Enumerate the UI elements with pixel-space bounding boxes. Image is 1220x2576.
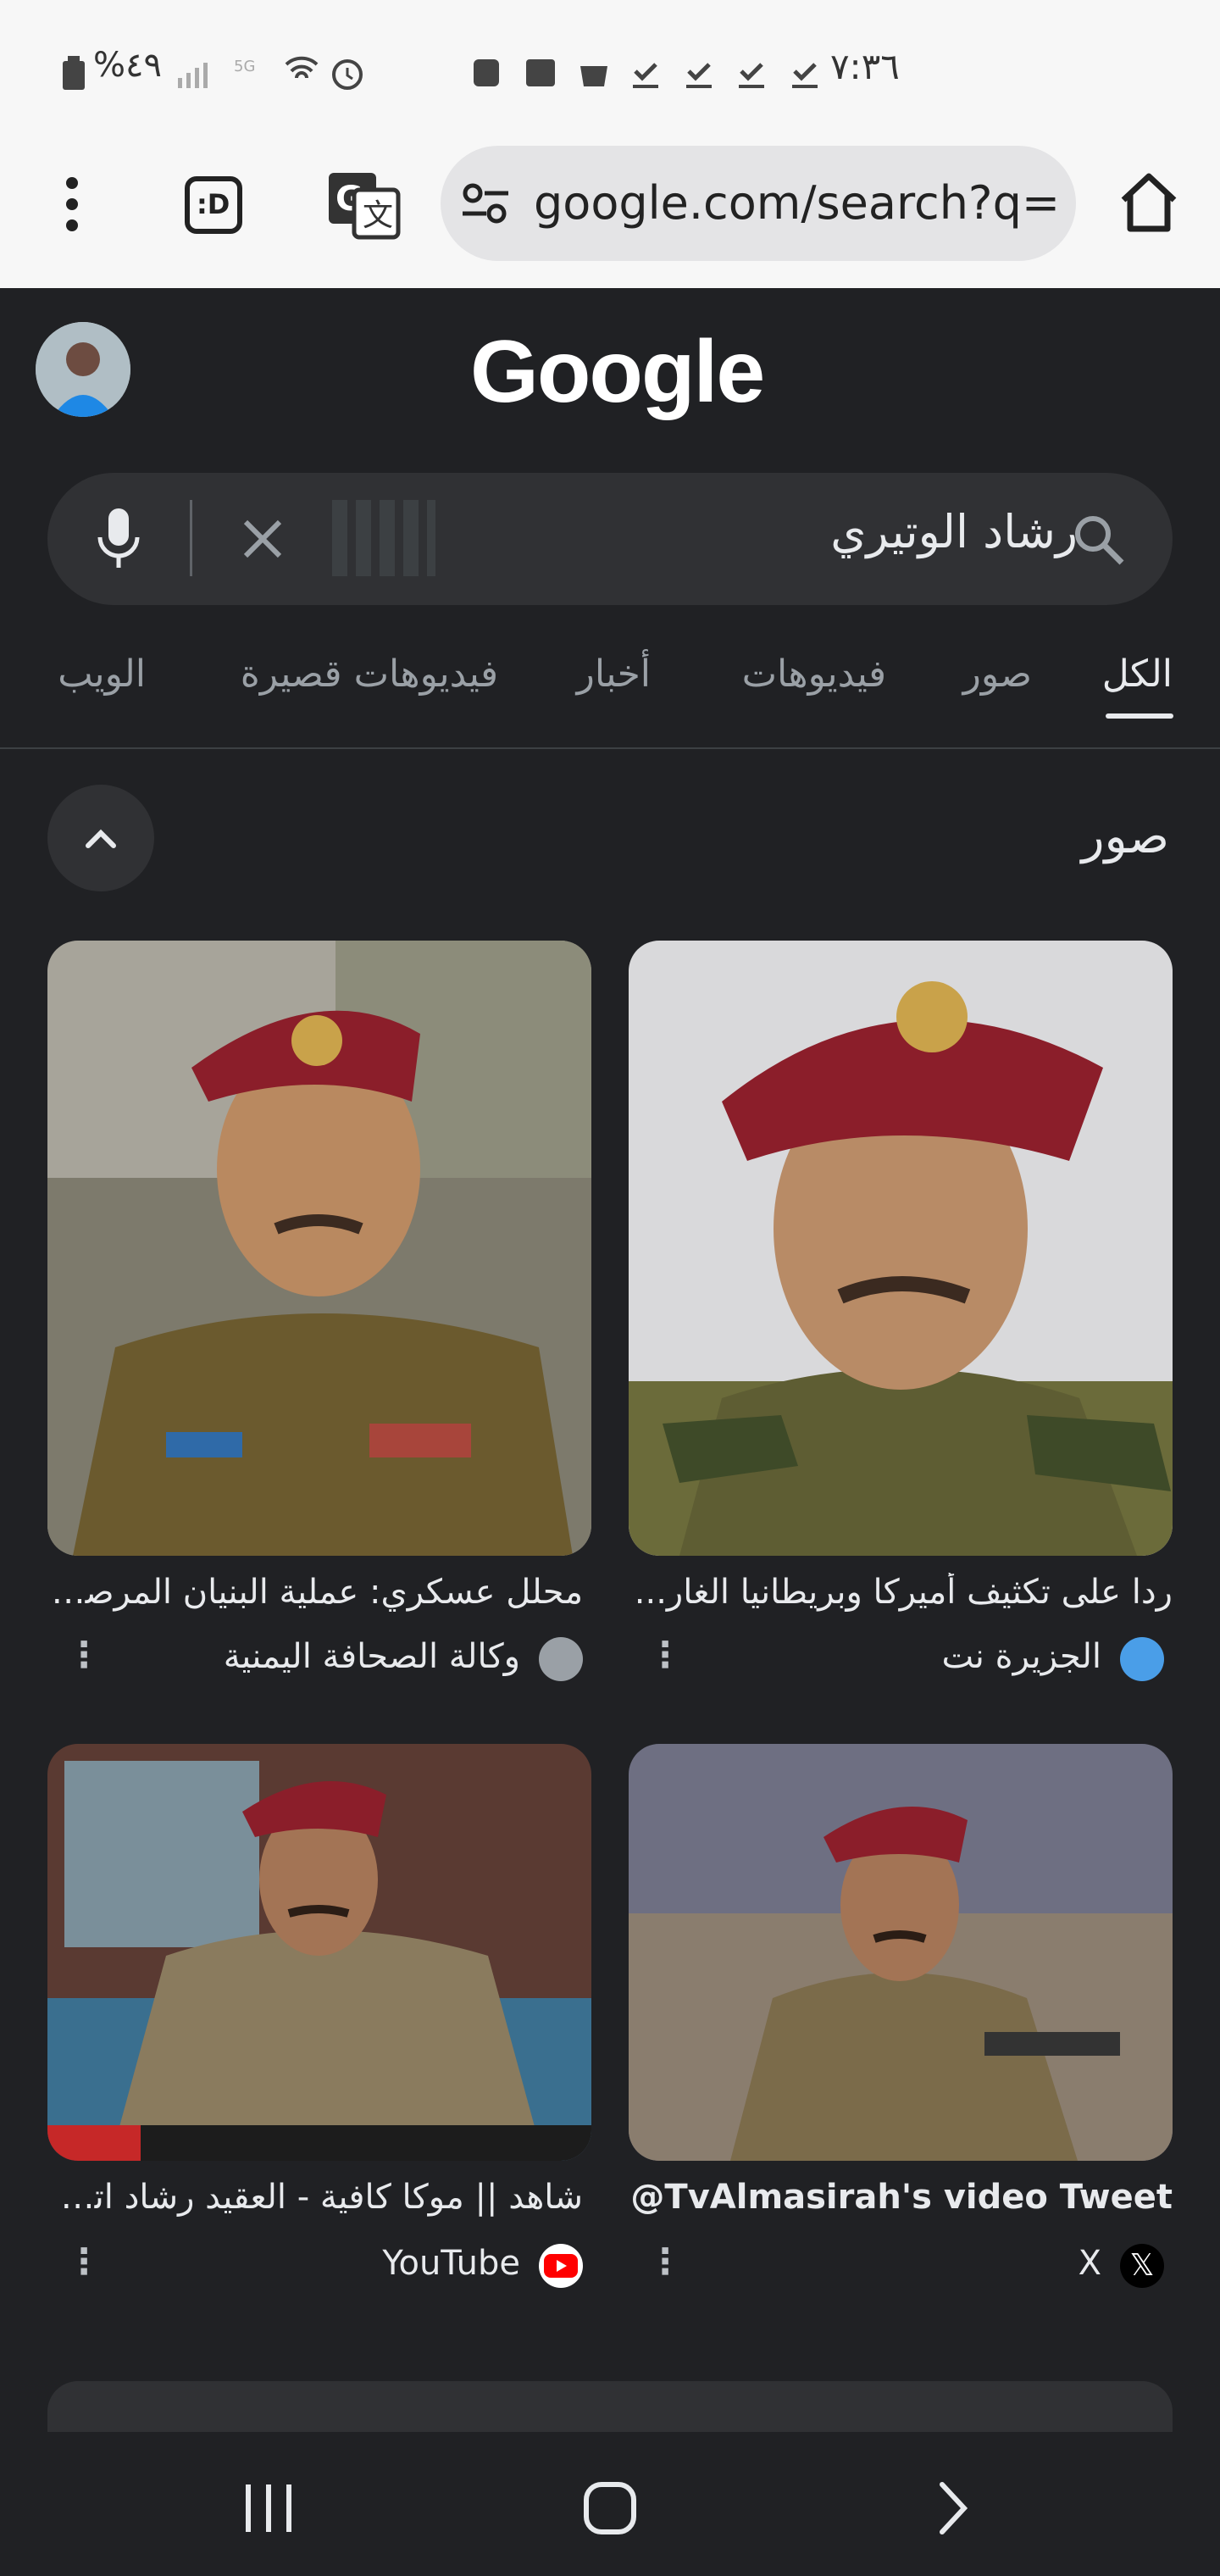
image-result-3-caption[interactable]: TvAlmasirah's video Tweet@	[630, 2178, 1173, 2217]
translate-icon[interactable]: G 文	[325, 169, 402, 241]
x-logo-icon: 𝕏	[1120, 2244, 1164, 2288]
tab-images[interactable]: صور	[963, 652, 1032, 696]
yemen-press-logo-icon	[539, 1637, 583, 1681]
more-options-icon[interactable]: ⋮	[647, 2240, 683, 2282]
aljazeera-logo-icon	[1120, 1637, 1164, 1681]
search-divider	[190, 500, 192, 576]
image-result-2[interactable]	[47, 941, 591, 1556]
svg-text:文: 文	[363, 198, 393, 233]
back-chevron-icon[interactable]	[932, 2479, 974, 2537]
avatar[interactable]	[36, 322, 130, 417]
more-options-icon[interactable]: ⋮	[66, 1634, 102, 1675]
mic-icon[interactable]	[93, 505, 144, 573]
tab-active-indicator	[1106, 713, 1173, 719]
images-section-title: صور	[1081, 809, 1169, 864]
image-result-4[interactable]	[47, 1744, 591, 2161]
url-text[interactable]: google.com/search?q=رشاد	[534, 176, 1059, 230]
tabs-divider	[0, 747, 1220, 749]
image-result-1[interactable]	[629, 941, 1173, 1556]
image-result-1-caption[interactable]: ردا على تكثيف أميركا وبريطانيا الغار...	[630, 1573, 1173, 1612]
tab-web[interactable]: الويب	[58, 652, 146, 696]
notification-icons	[474, 59, 818, 88]
status-bar: ٧:٣٦ 5G %٤٩	[0, 0, 1220, 144]
image-result-3[interactable]	[629, 1744, 1173, 2161]
more-options-icon[interactable]: ⋮	[647, 1634, 683, 1675]
search-icon[interactable]	[1071, 512, 1127, 568]
status-time: ٧:٣٦	[830, 46, 900, 87]
image-result-4-source[interactable]: YouTube	[382, 2244, 520, 2283]
chevron-up-icon	[86, 829, 116, 848]
image-result-2-source[interactable]: وكالة الصحافة اليمنية	[224, 1637, 520, 1676]
tab-short-videos[interactable]: فيديوهات قصيرة	[241, 652, 498, 696]
home-icon[interactable]	[1118, 169, 1179, 234]
image-result-3-source[interactable]: X	[1079, 2244, 1101, 2283]
svg-text:5G: 5G	[234, 58, 255, 75]
more-options-icon[interactable]: ⋮	[66, 2240, 102, 2282]
tab-switcher-icon[interactable]: :D	[185, 176, 242, 234]
tab-videos[interactable]: فيديوهات	[742, 652, 886, 696]
lens-placeholder-icon	[332, 500, 435, 576]
tune-icon[interactable]	[461, 181, 512, 225]
search-query[interactable]: رشاد الوتيري	[830, 505, 1078, 558]
next-section-card	[47, 2381, 1173, 2432]
tab-all[interactable]: الكل	[1102, 652, 1173, 696]
image-result-4-caption[interactable]: شاهد || موكا كافية - العقيد رشاد اتي...	[41, 2178, 583, 2217]
image-result-1-source[interactable]: الجزيرة نت	[942, 1637, 1101, 1676]
youtube-logo-icon	[539, 2244, 583, 2288]
clear-icon[interactable]	[237, 514, 288, 564]
image-result-2-caption[interactable]: محلل عسكري: عملية البنيان المرصو...	[41, 1573, 583, 1612]
home-nav-icon[interactable]	[581, 2479, 639, 2537]
recent-apps-icon[interactable]	[244, 2481, 295, 2535]
battery-percent: %٤٩	[93, 46, 162, 85]
kebab-menu-icon[interactable]	[51, 175, 93, 234]
tab-news[interactable]: أخبار	[577, 652, 651, 696]
tab-switcher-label: :D	[197, 188, 230, 220]
google-logo: Google	[470, 323, 765, 421]
collapse-button[interactable]	[47, 785, 154, 891]
